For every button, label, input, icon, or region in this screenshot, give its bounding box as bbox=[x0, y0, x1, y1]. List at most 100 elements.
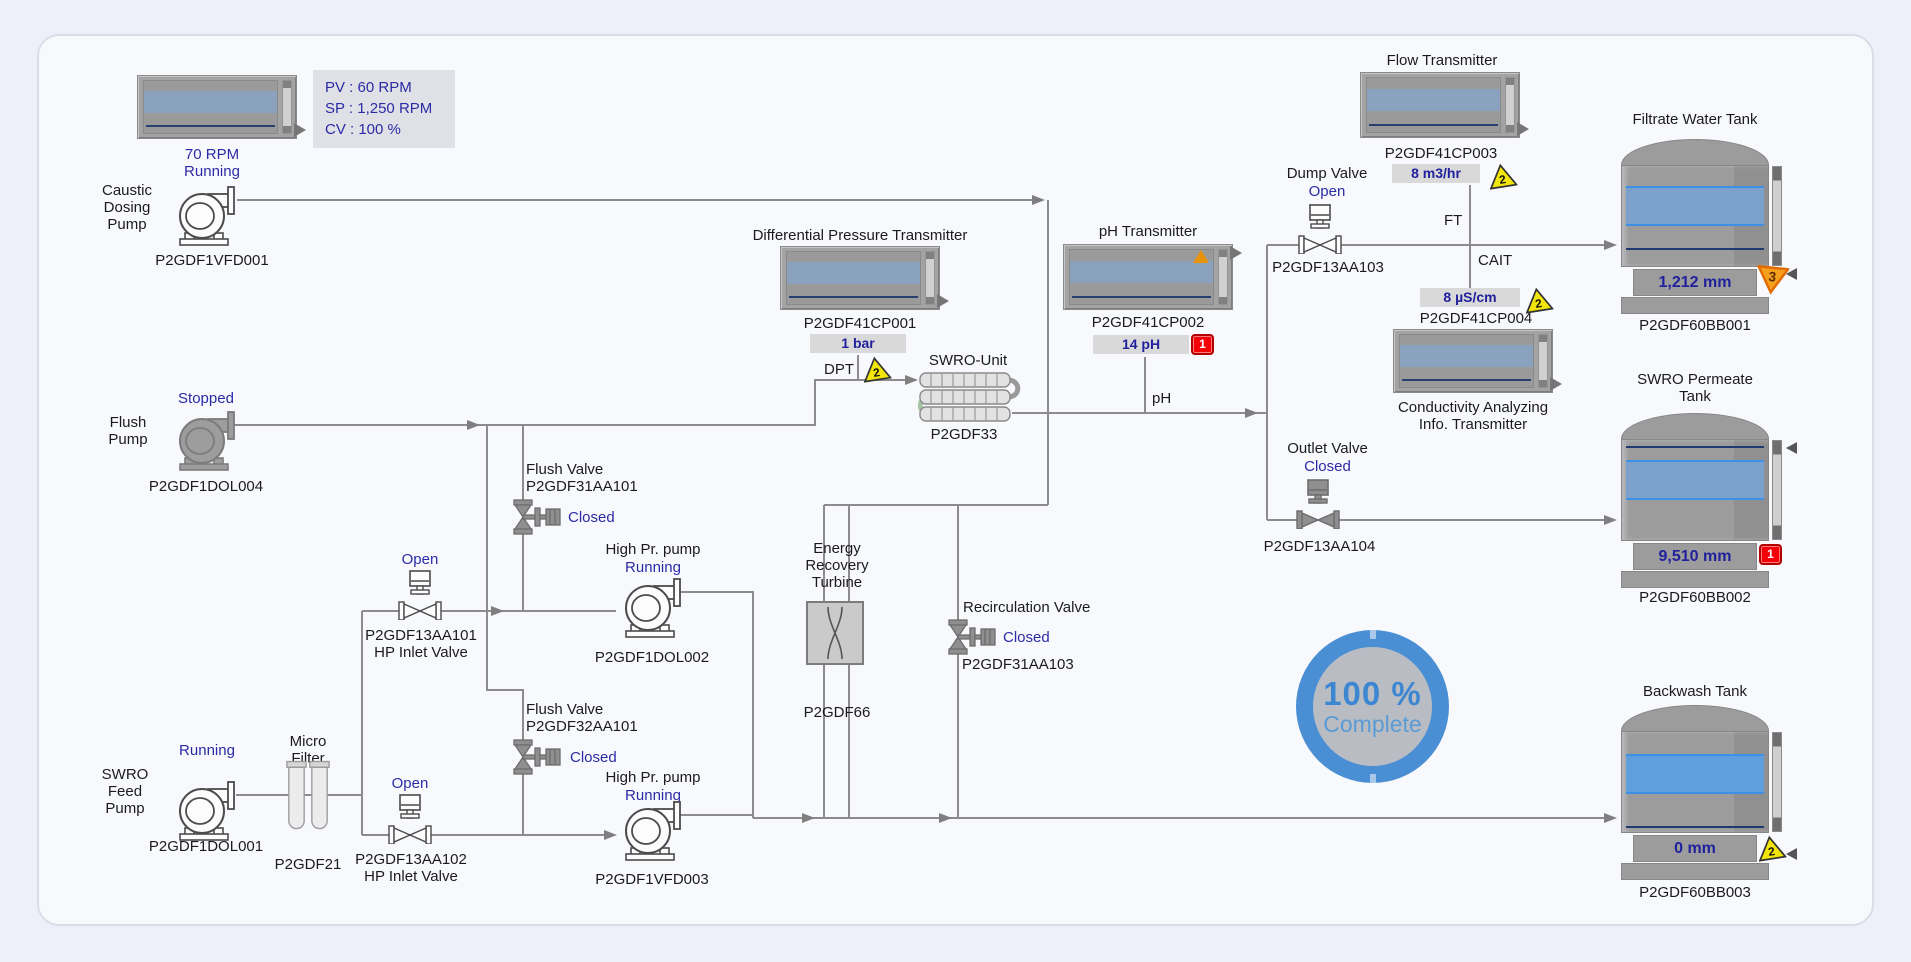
dpt-warning-icon[interactable]: 2 bbox=[860, 354, 892, 384]
trend-screen bbox=[143, 80, 278, 134]
flow-tap-label: FT bbox=[1444, 212, 1470, 229]
flow-trend-pointer-icon bbox=[1517, 122, 1536, 136]
backwash-tank[interactable]: 0 mm bbox=[1621, 705, 1769, 880]
flow-id: P2GDF41CP003 bbox=[1382, 145, 1500, 162]
hp-inlet-valve1-id: P2GDF13AA101HP Inlet Valve bbox=[357, 627, 485, 661]
backwash-tank-level-line bbox=[1626, 826, 1764, 828]
outlet-valve-id: P2GDF13AA104 bbox=[1257, 538, 1382, 555]
flush-pump-label: FlushPump bbox=[96, 414, 160, 448]
trend-pointer-icon bbox=[294, 123, 313, 137]
permeate-tank-level-line bbox=[1626, 446, 1764, 448]
backwash-tank-warning-icon[interactable]: 2 bbox=[1755, 833, 1787, 863]
hp-pump1-icon[interactable] bbox=[618, 576, 686, 638]
permeate-tank-water bbox=[1626, 460, 1764, 500]
filtrate-tank-title: Filtrate Water Tank bbox=[1600, 111, 1790, 128]
dump-valve-icon[interactable] bbox=[1298, 204, 1342, 254]
flow-trend-display[interactable] bbox=[1360, 72, 1520, 138]
cait-value[interactable]: 8 µS/cm bbox=[1420, 288, 1520, 307]
flush-valve2-status: Closed bbox=[570, 749, 630, 766]
sp-value: SP : 1,250 RPM bbox=[325, 98, 455, 119]
hp-pump2-label: High Pr. pump bbox=[598, 769, 708, 786]
outlet-valve-label: Outlet Valve bbox=[1275, 440, 1380, 457]
energy-recovery-turbine-icon[interactable] bbox=[806, 601, 864, 665]
ph-value[interactable]: 14 pH bbox=[1093, 335, 1189, 354]
permeate-tank[interactable]: 9,510 mm bbox=[1621, 413, 1769, 588]
cait-tap-label: CAIT bbox=[1478, 252, 1522, 269]
filtrate-tank-level-value[interactable]: 1,212 mm bbox=[1633, 269, 1757, 296]
ph-tap-label: pH bbox=[1152, 390, 1182, 407]
caustic-pump-status: Running bbox=[132, 163, 292, 180]
dpt-trend-display[interactable] bbox=[780, 246, 940, 310]
hp-inlet-valve1-icon[interactable] bbox=[398, 570, 442, 620]
dpt-trend-pointer-icon bbox=[937, 294, 956, 308]
permeate-tank-base bbox=[1621, 571, 1769, 588]
hmi-screen: PV : 60 RPM SP : 1,250 RPM CV : 100 % 70… bbox=[0, 0, 1911, 962]
gauge-notch-top bbox=[1370, 630, 1376, 639]
backwash-tank-water bbox=[1626, 754, 1764, 794]
micro-filter-icon[interactable] bbox=[285, 760, 331, 834]
cv-value: CV : 100 % bbox=[325, 119, 455, 140]
turbine-label: EnergyRecoveryTurbine bbox=[798, 540, 876, 591]
outlet-valve-status: Closed bbox=[1275, 458, 1380, 475]
permeate-tank-alarm-badge[interactable]: 1 bbox=[1759, 544, 1782, 565]
hp-inlet-valve1-status: Open bbox=[395, 551, 445, 568]
backwash-tank-level-value[interactable]: 0 mm bbox=[1633, 835, 1757, 862]
flow-title: Flow Transmitter bbox=[1380, 52, 1504, 69]
recirc-valve-label: Recirculation Valve bbox=[963, 599, 1113, 616]
permeate-tank-level-value[interactable]: 9,510 mm bbox=[1633, 543, 1757, 570]
turbine-rotor-icon bbox=[808, 603, 862, 663]
gauge-face: 100 % Complete bbox=[1313, 647, 1432, 766]
cait-trend-pointer-icon bbox=[1550, 377, 1569, 391]
dpt-value[interactable]: 1 bar bbox=[810, 334, 906, 353]
permeate-tank-level-pointer-icon bbox=[1780, 442, 1797, 454]
backwash-tank-level-bar[interactable] bbox=[1772, 732, 1782, 832]
flush-valve2-icon[interactable] bbox=[509, 739, 563, 775]
completion-gauge[interactable]: 100 % Complete bbox=[1296, 630, 1449, 783]
filtrate-tank-alarm-icon[interactable]: 3 bbox=[1755, 263, 1790, 296]
vfd-trend-display[interactable] bbox=[137, 75, 297, 139]
ph-trend-display[interactable] bbox=[1063, 244, 1233, 310]
caustic-pump-id: P2GDF1VFD001 bbox=[138, 252, 286, 269]
dpt-tap-label: DPT bbox=[818, 361, 854, 378]
hp-inlet-valve2-id: P2GDF13AA102HP Inlet Valve bbox=[347, 851, 475, 885]
caustic-dosing-pump-icon[interactable] bbox=[172, 184, 240, 246]
micro-filter-id: P2GDF21 bbox=[273, 856, 343, 873]
flush-valve1-label: Flush ValveP2GDF31AA101 bbox=[526, 461, 661, 495]
permeate-tank-level-bar[interactable] bbox=[1772, 440, 1782, 540]
cait-title: Conductivity AnalyzingInfo. Transmitter bbox=[1388, 399, 1558, 433]
flush-valve1-icon[interactable] bbox=[509, 499, 563, 535]
dpt-title: Differential Pressure Transmitter bbox=[738, 227, 982, 244]
filtrate-tank-base bbox=[1621, 297, 1769, 314]
flow-warning-icon[interactable]: 2 bbox=[1486, 161, 1518, 191]
pv-value: PV : 60 RPM bbox=[325, 77, 455, 98]
flow-trend-scrollbar[interactable] bbox=[1505, 77, 1515, 133]
hp-pump1-label: High Pr. pump bbox=[598, 541, 708, 558]
ph-trend-scrollbar[interactable] bbox=[1218, 249, 1228, 305]
filtrate-tank[interactable]: 1,212 mm bbox=[1621, 139, 1769, 314]
hp-pump2-icon[interactable] bbox=[618, 799, 686, 861]
turbine-id: P2GDF66 bbox=[798, 704, 876, 721]
ph-id: P2GDF41CP002 bbox=[1085, 314, 1211, 331]
hp-inlet-valve2-status: Open bbox=[385, 775, 435, 792]
dump-valve-status: Open bbox=[1277, 183, 1377, 200]
backwash-tank-base bbox=[1621, 863, 1769, 880]
recirc-valve-icon[interactable] bbox=[944, 619, 998, 655]
gauge-notch-bottom bbox=[1370, 774, 1376, 783]
recirc-valve-id: P2GDF31AA103 bbox=[962, 656, 1092, 673]
flush-pump-icon[interactable] bbox=[172, 409, 240, 471]
swro-membrane-unit-icon[interactable] bbox=[918, 371, 1022, 423]
outlet-valve-icon[interactable] bbox=[1296, 479, 1340, 529]
ph-alarm-badge[interactable]: 1 bbox=[1191, 334, 1214, 355]
vfd-setpoint-box: PV : 60 RPM SP : 1,250 RPM CV : 100 % bbox=[313, 70, 455, 148]
cait-trend-display[interactable] bbox=[1393, 329, 1553, 393]
hp-inlet-valve2-icon[interactable] bbox=[388, 794, 432, 844]
filtrate-tank-level-bar[interactable] bbox=[1772, 166, 1782, 266]
dpt-trend-scrollbar[interactable] bbox=[925, 251, 935, 305]
feed-pump-label: SWROFeedPump bbox=[92, 766, 158, 817]
flow-value[interactable]: 8 m3/hr bbox=[1392, 164, 1480, 183]
swro-unit-title: SWRO-Unit bbox=[903, 352, 1033, 369]
cait-trend-scrollbar[interactable] bbox=[1538, 334, 1548, 388]
trend-scrollbar[interactable] bbox=[282, 80, 292, 134]
swro-feed-pump-icon[interactable] bbox=[172, 779, 240, 841]
filtrate-tank-level-line bbox=[1626, 248, 1764, 250]
